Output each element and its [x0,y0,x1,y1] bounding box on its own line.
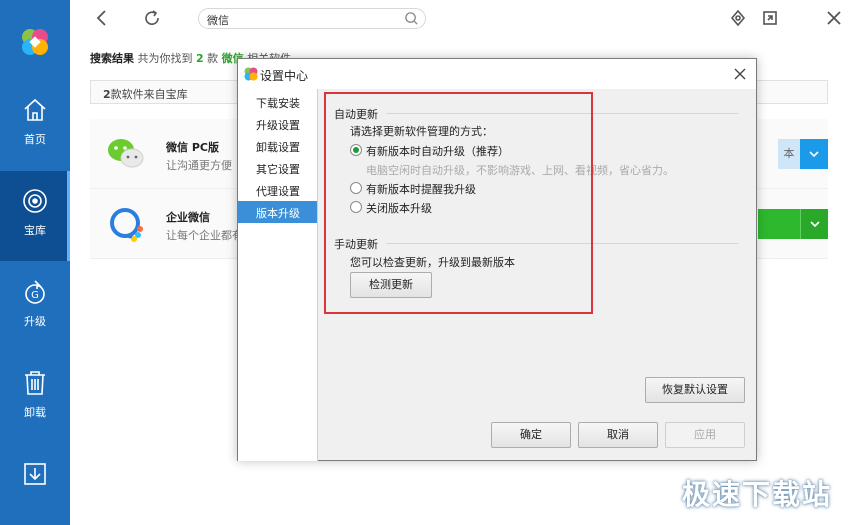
sidebar-item-label: 升级 [24,315,46,328]
results-unit: 款 [207,52,219,65]
results-heading: 搜索结果 [90,52,134,65]
top-bar: 微信 [70,0,850,38]
close-icon[interactable] [824,8,844,28]
refresh-icon[interactable] [142,8,162,28]
svg-text:G: G [31,290,39,301]
sidebar-item-label: 首页 [24,133,46,146]
apply-button[interactable]: 应用 [665,422,745,448]
app-desc: 让沟通更方便 [166,159,232,172]
sidebar-item-label: 宝库 [24,224,46,237]
app-action-dropdown[interactable] [800,139,828,169]
dialog-nav-item-download[interactable]: 下载安装 [238,91,317,113]
sidebar: 首页 宝库 G 升级 卸载 [0,0,70,525]
download-icon [24,463,46,485]
app-action-button[interactable] [758,209,828,239]
dialog-nav-item-version[interactable]: 版本升级 [238,201,317,223]
sidebar-item-uninstall[interactable]: 卸载 [0,353,70,443]
settings-dialog: 设置中心 下载安装 升级设置 卸载设置 其它设置 代理设置 版本升级 自动更新 … [237,58,757,461]
trash-icon [25,371,45,395]
dialog-nav: 下载安装 升级设置 卸载设置 其它设置 代理设置 版本升级 [238,89,318,461]
source-text: 2款软件来自宝库 [103,86,188,102]
chevron-down-icon [809,151,819,158]
search-input[interactable]: 微信 [198,8,426,29]
app-name: 企业微信 [166,211,210,224]
restore-defaults-button[interactable]: 恢复默认设置 [645,377,745,403]
minimize-icon[interactable] [760,8,780,28]
search-value: 微信 [207,14,229,27]
dialog-nav-item-uninstall[interactable]: 卸载设置 [238,135,317,157]
app-name: 微信 PC版 [166,141,219,154]
wechat-icon [108,139,144,168]
cancel-button[interactable]: 取消 [578,422,658,448]
close-icon[interactable] [732,66,748,82]
results-prefix: 共为你找到 [137,52,193,65]
dialog-nav-item-upgrade[interactable]: 升级设置 [238,113,317,135]
source-count: 2 [103,88,111,101]
source-label: 款软件来自宝库 [110,88,188,101]
app-logo-icon [244,67,258,81]
wework-icon [110,208,143,242]
highlight-box [324,92,593,314]
home-icon [24,98,46,121]
search-icon[interactable] [404,11,419,26]
app-desc: 让每个企业都有 [166,229,243,242]
dialog-nav-item-other[interactable]: 其它设置 [238,157,317,179]
upgrade-icon: G [25,280,45,304]
app-action-main[interactable] [758,209,800,239]
sidebar-item-library[interactable]: 宝库 [0,171,70,261]
back-icon[interactable] [92,8,112,28]
sidebar-item-home[interactable]: 首页 [0,80,70,170]
dialog-titlebar: 设置中心 [238,59,756,89]
chevron-down-icon [810,221,820,228]
dialog-title: 设置中心 [260,69,309,83]
ok-button[interactable]: 确定 [491,422,571,448]
watermark: 极速下载站 [681,478,832,511]
app-action-label: 本 [778,139,800,169]
settings-icon[interactable] [728,8,748,28]
disc-icon [23,189,47,213]
sidebar-item-upgrade[interactable]: G 升级 [0,262,70,352]
app-action-dropdown[interactable] [800,209,828,239]
app-logo-icon [22,29,48,55]
sidebar-item-downloads[interactable] [0,444,70,525]
dialog-nav-item-proxy[interactable]: 代理设置 [238,179,317,201]
results-count: 2 [196,52,204,65]
app-action-button[interactable]: 本 [778,139,828,169]
sidebar-item-label: 卸载 [24,406,46,419]
